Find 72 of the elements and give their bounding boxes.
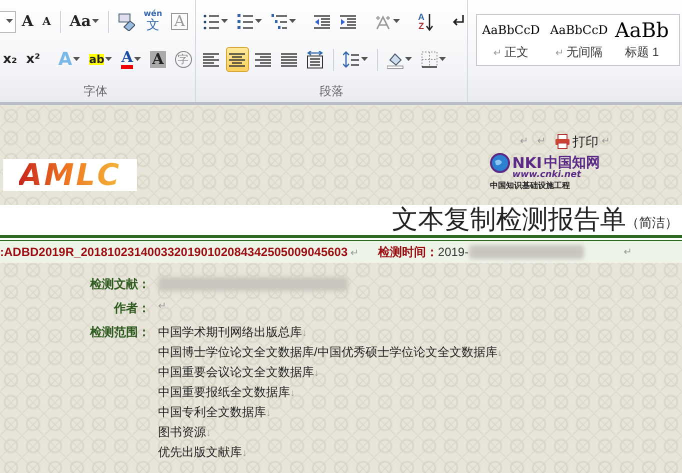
line-break-mark: ↓: [302, 328, 307, 339]
paragraph-mark: ↵: [158, 300, 166, 314]
grow-font-button[interactable]: A: [18, 9, 36, 34]
distribute-icon: [307, 50, 324, 68]
paragraph-mark: ↵: [349, 248, 359, 259]
style-name[interactable]: 无间隔: [566, 45, 603, 59]
website-text: www.cnki.net: [512, 170, 582, 180]
font-size-field[interactable]: [0, 10, 16, 32]
database-name: 中国学术期刊网络出版总库: [158, 325, 302, 339]
paragraph-mark: ↵: [555, 48, 565, 59]
eraser-icon: [118, 12, 135, 30]
paragraph-mark: ↵: [493, 48, 503, 59]
character-shading-button[interactable]: A: [147, 47, 169, 72]
multilevel-list-icon: [271, 12, 288, 30]
database-name: 中国重要会议论文全文数据库: [158, 365, 314, 379]
outdent-icon: [314, 12, 331, 30]
report-title: 文本复制检测报告单: [392, 206, 626, 235]
line-spacing-icon: [343, 50, 360, 68]
check-time-value: 2019-: [438, 244, 469, 261]
list-icon: [203, 12, 220, 30]
brand-text: 中国知网: [544, 154, 600, 171]
numbered-list-icon: [237, 12, 254, 30]
justify-icon: [281, 50, 298, 68]
report-subtitle: （简洁）: [626, 214, 678, 232]
tagline-text: 中国知识基础设施工程: [490, 180, 570, 191]
style-preview[interactable]: AaBbCcD: [550, 17, 608, 43]
line-break-mark: ↓: [266, 408, 271, 419]
report-number: :ADBD2019R_2018102314003320190102084342505009045603: [0, 245, 348, 259]
align-right-icon: [255, 50, 272, 68]
paragraph-mark: ↵: [602, 134, 610, 149]
style-name[interactable]: 标题 1: [624, 45, 659, 59]
brand-text: NKI: [512, 154, 542, 172]
change-case-button[interactable]: Aa: [66, 9, 102, 34]
align-center-icon: [229, 50, 246, 68]
paint-bucket-icon: [387, 50, 404, 68]
group-label: 段落: [318, 83, 344, 100]
field-label: 作者：: [112, 300, 150, 317]
field-label: 检测范围：: [88, 324, 150, 341]
paragraph-mark: ↵: [537, 134, 546, 149]
group-label: 字体: [82, 83, 108, 100]
arrow-down-icon: [426, 12, 432, 30]
database-name: 中国重要报纸全文数据库: [158, 385, 290, 399]
shrink-font-button[interactable]: A: [39, 9, 54, 34]
printer-icon[interactable]: [554, 134, 570, 149]
style-preview[interactable]: AaBbCcD: [482, 17, 540, 43]
line-break-mark: ↓: [314, 368, 319, 379]
paragraph-mark: ↵: [520, 134, 528, 149]
sort-button[interactable]: A Z: [415, 9, 436, 34]
database-name: 图书资源: [158, 425, 206, 439]
check-time-label: 检测时间：: [378, 244, 438, 261]
field-label: 检测文献：: [88, 276, 150, 293]
style-preview[interactable]: AaBb: [615, 17, 669, 43]
style-name[interactable]: 正文: [504, 45, 529, 59]
database-name: 中国博士学位论文全文数据库/中国优秀硕士学位论文全文数据库: [158, 345, 498, 359]
highlight-button[interactable]: ab: [86, 47, 116, 72]
font-color-button[interactable]: A: [118, 47, 144, 72]
print-link[interactable]: 打印: [572, 132, 599, 151]
line-break-mark: ↓: [206, 428, 211, 439]
phonetic-guide-button[interactable]: wén 文: [140, 8, 166, 35]
align-left-icon: [203, 50, 220, 68]
align-center-button[interactable]: [226, 47, 249, 72]
superscript-button[interactable]: x²: [23, 47, 44, 72]
borders-icon: [421, 50, 438, 68]
indent-icon: [340, 12, 357, 30]
subscript-button[interactable]: x₂: [0, 47, 20, 72]
globe-icon: [490, 153, 510, 173]
database-name: 中国专利全文数据库: [158, 405, 266, 419]
line-break-mark: ↓: [242, 448, 247, 459]
line-break-mark: ↓: [497, 348, 502, 359]
paragraph-mark: ↵: [624, 246, 632, 260]
line-break-mark: ↓: [290, 388, 295, 399]
database-name: 优先出版文献库: [158, 445, 242, 459]
